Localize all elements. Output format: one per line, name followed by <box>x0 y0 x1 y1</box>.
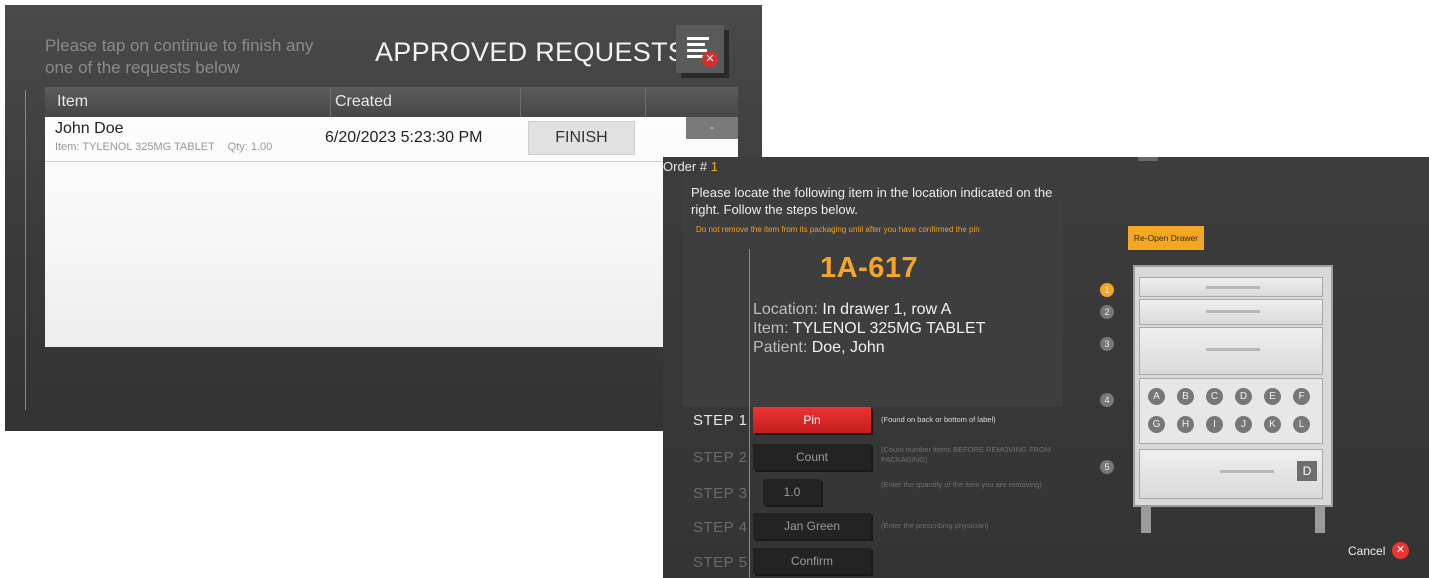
close-icon: ✕ <box>702 51 718 67</box>
order-number: Order # 1 <box>663 159 718 174</box>
step-label: STEP 2 <box>693 449 748 466</box>
step-label: STEP 5 <box>693 554 748 571</box>
panel-handle <box>1138 157 1158 161</box>
locate-item-panel: Order # 1 Please locate the following it… <box>663 157 1429 578</box>
step-label: STEP 1 <box>693 412 748 429</box>
pin-button[interactable]: Pin <box>753 407 871 433</box>
cabinet-legs <box>1133 505 1333 535</box>
approved-requests-panel: Please tap on continue to finish any one… <box>5 5 762 431</box>
step-note: (Enter the prescribing physician) <box>881 521 989 530</box>
cancel-label[interactable]: Cancel <box>1348 544 1385 558</box>
clear-list-button[interactable]: ✕ <box>676 25 724 73</box>
patient-name: John Doe <box>55 120 124 137</box>
instruction-text: Please tap on continue to finish any one… <box>45 36 314 77</box>
count-button[interactable]: Count <box>753 444 871 470</box>
item-detail: Item: TYLENOL 325MG TABLET Qty: 1.00 <box>55 141 273 153</box>
divider <box>25 90 26 410</box>
finish-button[interactable]: FINISH <box>528 121 635 155</box>
created-date: 6/20/2023 5:23:30 PM <box>325 129 483 146</box>
divider <box>749 249 750 578</box>
step-note: (Enter the quantity of the item you are … <box>881 480 1042 489</box>
drawer-3[interactable] <box>1139 327 1323 375</box>
row-menu-button[interactable]: - <box>686 117 738 139</box>
drawer-number: 3 <box>1100 337 1114 351</box>
drawer-number: 1 <box>1100 283 1114 297</box>
item-value: TYLENOL 325MG TABLET <box>792 320 986 337</box>
cancel-icon[interactable]: ✕ <box>1392 542 1409 559</box>
drawer-4-slots: A B C D E F G H I J K L <box>1139 378 1323 444</box>
table-header: Item Created <box>45 87 738 117</box>
drawer-badge: D <box>1297 461 1317 481</box>
column-header-item: Item <box>57 93 89 110</box>
drawer-2[interactable] <box>1139 299 1323 325</box>
drawer-number: 5 <box>1100 460 1114 474</box>
location-value: In drawer 1, row A <box>822 301 952 318</box>
quantity-field[interactable]: 1.0 <box>763 479 821 505</box>
instruction-text: Please locate the following item in the … <box>691 185 1053 217</box>
step-note: (Count number items BEFORE REMOVING FROM… <box>881 445 1052 464</box>
step-label: STEP 3 <box>693 485 748 502</box>
confirm-button[interactable]: Confirm <box>753 548 871 574</box>
physician-button[interactable]: Jan Green <box>753 513 871 539</box>
column-header-created: Created <box>335 93 392 110</box>
warning-text: Do not remove the item from its packagin… <box>696 225 980 234</box>
step-note: (Found on back or bottom of label) <box>881 415 996 424</box>
table-row: John Doe Item: TYLENOL 325MG TABLET Qty:… <box>45 117 738 162</box>
page-title: APPROVED REQUESTS <box>375 37 687 67</box>
cabinet-diagram: A B C D E F G H I J K L D <box>1133 265 1333 535</box>
reopen-drawer-button[interactable]: Re-Open Drawer <box>1128 226 1204 250</box>
drawer-5[interactable] <box>1139 449 1323 499</box>
location-code: 1A-617 <box>820 252 919 284</box>
patient-value: Doe, John <box>811 339 885 356</box>
drawer-number: 2 <box>1100 305 1114 319</box>
drawer-1[interactable] <box>1139 277 1323 297</box>
requests-table: Item Created John Doe Item: TYLENOL 325M… <box>45 87 738 347</box>
drawer-number: 4 <box>1100 393 1114 407</box>
step-label: STEP 4 <box>693 519 748 536</box>
item-info: Location: In drawer 1, row A Item: TYLEN… <box>753 301 986 356</box>
